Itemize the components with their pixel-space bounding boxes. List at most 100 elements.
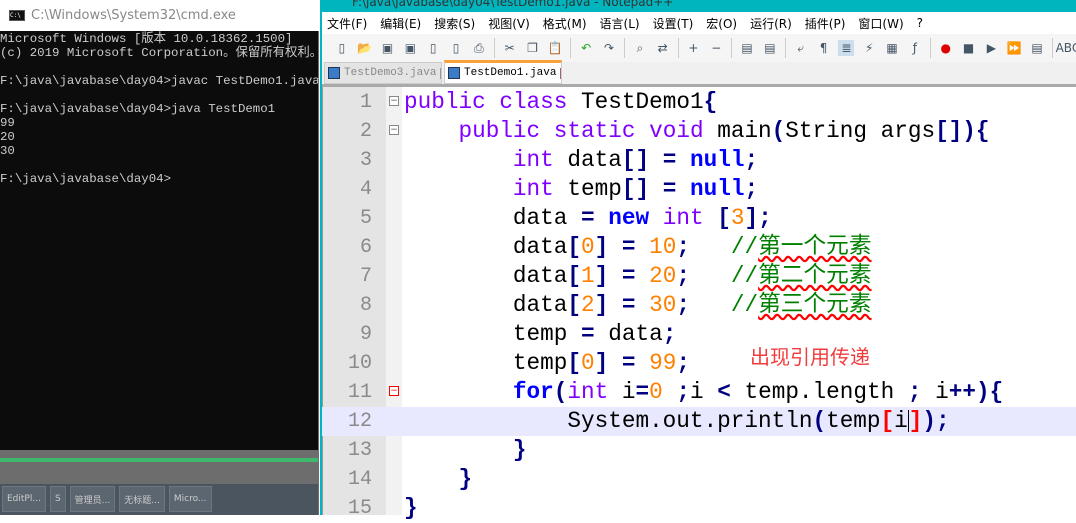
save-icon xyxy=(448,67,460,79)
code-token-op: = xyxy=(581,205,595,231)
sync-h-icon[interactable]: ▤ xyxy=(762,40,778,56)
menu-item[interactable]: 插件(P) xyxy=(805,15,846,32)
code-line[interactable]: 10 temp[0] = 99; xyxy=(322,349,1076,378)
notepadpp-window[interactable]: F:\java\javabase\day04\TestDemo1.java - … xyxy=(320,0,1076,521)
code-line[interactable]: 12 System.out.println(temp[i]); xyxy=(322,407,1076,436)
cmd-titlebar[interactable]: C:\ C:\Windows\System32\cmd.exe xyxy=(0,0,319,31)
code-text: int temp[] = null; xyxy=(404,175,758,204)
redo-icon[interactable]: ↷ xyxy=(601,40,617,56)
code-line[interactable]: 7 data[1] = 20; //第二个元素 xyxy=(322,262,1076,291)
menu-bar: 文件(F) 编辑(E) 搜索(S) 视图(V) 格式(M) 语言(L) 设置(T) 宏(O) 运… xyxy=(322,12,1076,34)
close-icon[interactable]: ▯ xyxy=(425,40,441,56)
code-line[interactable]: 2 public static void main(String args[])… xyxy=(322,117,1076,146)
taskbar-item-label: Micro... xyxy=(173,494,207,504)
taskbar-item-label: S xyxy=(54,494,61,504)
undo-icon[interactable]: ↶ xyxy=(578,40,594,56)
lang-icon[interactable]: ⚡ xyxy=(861,40,877,56)
cut-icon[interactable]: ✂ xyxy=(502,40,518,56)
menu-item[interactable]: 宏(O) xyxy=(706,15,737,32)
word-wrap-icon[interactable]: ⤶ xyxy=(793,40,809,56)
code-token: data xyxy=(553,147,622,173)
code-line[interactable]: 9 temp = data; xyxy=(322,320,1076,349)
cmd-console[interactable]: Microsoft Windows [版本 10.0.18362.1500] (c… xyxy=(0,31,318,450)
function-list-icon[interactable]: ƒ xyxy=(907,40,923,56)
code-line[interactable]: 11 for(int i=0 ;i < temp.length ; i++){ xyxy=(322,378,1076,407)
code-line[interactable]: 3 int data[] = null; xyxy=(322,146,1076,175)
menu-item[interactable]: 设置(T) xyxy=(653,15,694,32)
taskbar-item[interactable]: 无标题... xyxy=(119,486,165,512)
spellcheck-icon[interactable]: ABC xyxy=(1056,40,1076,56)
menu-item[interactable]: 编辑(E) xyxy=(380,15,421,32)
paste-icon[interactable]: 📋 xyxy=(547,40,563,56)
menu-item[interactable]: 搜索(S) xyxy=(434,15,475,32)
line-number: 1 xyxy=(359,91,372,114)
code-text: int data[] = null; xyxy=(404,146,772,175)
code-token-op: = xyxy=(621,263,636,289)
code-text: temp = data; xyxy=(404,320,676,349)
record-icon[interactable]: ● xyxy=(938,40,954,56)
fold-toggle-icon[interactable]: − xyxy=(389,125,399,135)
code-line[interactable]: 1 public class TestDemo1{ xyxy=(322,88,1076,117)
doc-map-icon[interactable]: ▦ xyxy=(884,40,900,56)
tab-bar: TestDemo3.java×TestDemo1.java× xyxy=(322,60,1076,87)
code-token: temp xyxy=(826,408,881,434)
menu-item[interactable]: ? xyxy=(917,16,923,30)
code-line[interactable]: 13 } xyxy=(322,436,1076,465)
taskbar-item[interactable]: EditPl... xyxy=(2,486,46,512)
tab-file[interactable]: TestDemo1.java× xyxy=(444,60,562,84)
code-line[interactable]: 4 int temp[] = null; xyxy=(322,175,1076,204)
code-token-op: [ xyxy=(567,234,582,260)
line-number: 5 xyxy=(359,207,372,230)
taskbar-item[interactable]: S xyxy=(49,486,66,512)
copy-icon[interactable]: ❐ xyxy=(525,40,541,56)
code-line[interactable]: 6 data[0] = 10; //第一个元素 xyxy=(322,233,1076,262)
menu-item[interactable]: 窗口(W) xyxy=(858,15,903,32)
replace-icon[interactable]: ⇄ xyxy=(655,40,671,56)
new-file-icon[interactable]: ▯ xyxy=(334,40,350,56)
open-icon[interactable]: 📂 xyxy=(357,40,373,56)
code-line[interactable]: 8 data[2] = 30; //第三个元素 xyxy=(322,291,1076,320)
fold-toggle-icon[interactable]: − xyxy=(389,96,399,106)
zoom-in-icon[interactable]: + xyxy=(686,40,702,56)
fold-toggle-icon[interactable]: − xyxy=(389,386,399,396)
code-text: public class TestDemo1{ xyxy=(404,88,717,117)
close-all-icon[interactable]: ▯ xyxy=(448,40,464,56)
menu-item[interactable]: 运行(R) xyxy=(750,15,792,32)
taskbar-item[interactable]: Micro... xyxy=(168,486,212,512)
indent-guide-icon[interactable]: ≣ xyxy=(838,40,855,56)
play-multi-icon[interactable]: ⏩ xyxy=(1006,40,1022,56)
menu-item[interactable]: 视图(V) xyxy=(488,15,530,32)
toolbar: ▯📂▣▣▯▯⎙✂❐📋↶↷⌕⇄+−▤▤⤶¶≣⚡▦ƒ●■▶⏩▤ABC xyxy=(322,34,1076,62)
find-icon[interactable]: ⌕ xyxy=(632,40,648,56)
code-token: temp.length xyxy=(730,379,908,405)
code-token-op: ] xyxy=(594,292,609,318)
save-macro-icon[interactable]: ▤ xyxy=(1029,40,1045,56)
zoom-out-icon[interactable]: − xyxy=(708,40,724,56)
code-editor[interactable]: 出现引用传递 1 public class TestDemo1{−2 public… xyxy=(322,87,1076,521)
show-all-icon[interactable]: ¶ xyxy=(816,40,832,56)
save-icon xyxy=(328,67,340,79)
code-line[interactable]: 5 data = new int [3]; xyxy=(322,204,1076,233)
taskbar-item[interactable]: 管理员... xyxy=(69,486,116,512)
taskbar-item-label: 无标题... xyxy=(124,495,160,506)
play-icon[interactable]: ▶ xyxy=(983,40,999,56)
stop-icon[interactable]: ■ xyxy=(961,40,977,56)
print-icon[interactable]: ⎙ xyxy=(471,40,487,56)
menu-item[interactable]: 文件(F) xyxy=(327,15,367,32)
code-token-op: = xyxy=(662,176,677,202)
code-token-num: 10 xyxy=(649,234,677,260)
code-line[interactable]: 14 } xyxy=(322,465,1076,494)
tab-file[interactable]: TestDemo3.java× xyxy=(324,62,442,84)
code-token-op: ; xyxy=(676,263,690,289)
code-line[interactable]: 15} xyxy=(322,494,1076,523)
close-icon[interactable]: × xyxy=(560,67,561,79)
cmd-window[interactable]: C:\ C:\Windows\System32\cmd.exe Microsoft… xyxy=(0,0,319,515)
save-icon[interactable]: ▣ xyxy=(380,40,396,56)
close-icon[interactable]: × xyxy=(440,67,441,79)
menu-item[interactable]: 格式(M) xyxy=(543,15,587,32)
save-all-icon[interactable]: ▣ xyxy=(402,40,418,56)
menu-item[interactable]: 语言(L) xyxy=(600,15,640,32)
code-token-op: = xyxy=(635,379,650,405)
sync-v-icon[interactable]: ▤ xyxy=(739,40,755,56)
